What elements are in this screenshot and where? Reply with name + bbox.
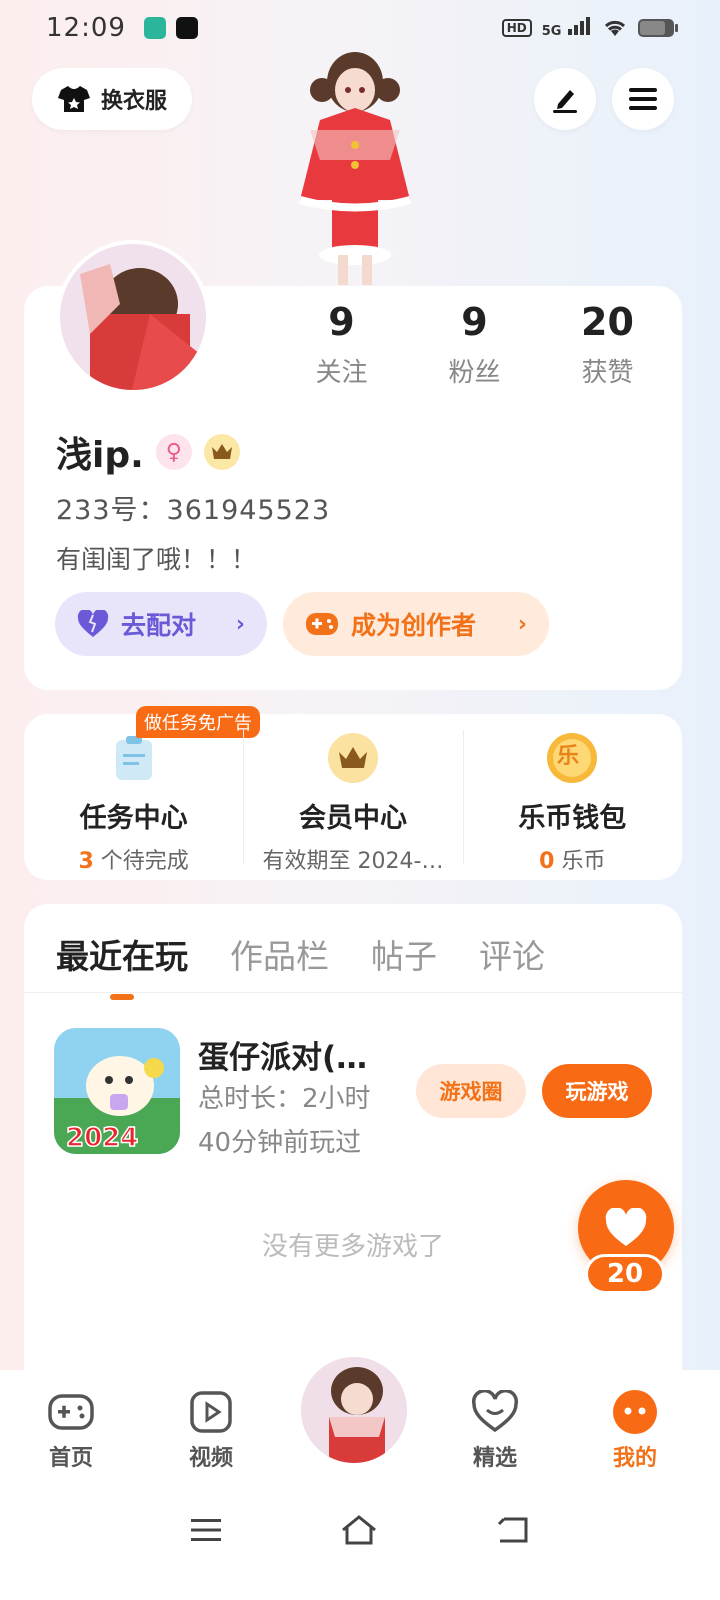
pen-icon bbox=[553, 90, 577, 113]
user-bio: 有闺闺了哦！！！ bbox=[56, 545, 257, 574]
notification-icons bbox=[143, 17, 198, 39]
edit-profile-button[interactable] bbox=[534, 68, 596, 130]
likes-label: 获赞 bbox=[581, 358, 634, 388]
nav-mine[interactable]: 我的 bbox=[590, 1388, 680, 1472]
system-nav-bar bbox=[0, 1490, 720, 1570]
task-center-title: 任务中心 bbox=[79, 803, 188, 834]
game-circle-button[interactable]: 游戏圈 bbox=[416, 1064, 526, 1118]
home-icon[interactable] bbox=[340, 1514, 378, 1546]
network-type: 5G bbox=[541, 24, 562, 39]
user-id: 233号：361945523 bbox=[56, 495, 331, 526]
heart-icon bbox=[77, 610, 109, 637]
vip-center[interactable]: 会员中心 有效期至 2024-… bbox=[243, 714, 462, 880]
back-icon[interactable] bbox=[496, 1515, 530, 1545]
task-center-subtitle: 3 个待完成 bbox=[24, 843, 243, 875]
become-creator-label: 成为创作者 bbox=[351, 611, 477, 640]
coin-balance: 0 乐币 bbox=[463, 843, 682, 875]
vip-expiry: 有效期至 2024-… bbox=[262, 849, 444, 874]
nav-home-label: 首页 bbox=[48, 1446, 93, 1471]
nav-featured-label: 精选 bbox=[472, 1446, 517, 1471]
nav-featured[interactable]: 精选 bbox=[450, 1388, 540, 1472]
become-creator-button[interactable]: 成为创作者 › bbox=[283, 592, 549, 656]
game-last-played: 40分钟前玩过 bbox=[198, 1128, 362, 1158]
match-button[interactable]: 去配对 › bbox=[55, 592, 267, 656]
coin-suffix: 乐币 bbox=[554, 849, 606, 874]
vip-crown-icon[interactable] bbox=[203, 434, 240, 470]
status-bar: 12:09 HD 5G bbox=[0, 0, 720, 56]
nav-video-label: 视频 bbox=[188, 1446, 233, 1471]
game-icon[interactable]: 2024 bbox=[54, 1028, 180, 1154]
profile-stats: 9 关注 9 粉丝 20 获赞 bbox=[275, 300, 675, 389]
service-center-card: 做任务免广告 任务中心 3 个待完成 会员中心 有效期至 2024-… 乐币钱包… bbox=[24, 706, 682, 880]
gamepad-icon bbox=[306, 613, 338, 635]
nav-video[interactable]: 视频 bbox=[166, 1388, 256, 1472]
app-notification-icon bbox=[143, 17, 166, 39]
shirt-icon bbox=[57, 86, 90, 112]
avatar-character[interactable] bbox=[270, 50, 440, 290]
recent-apps-icon[interactable] bbox=[190, 1517, 222, 1543]
game-total-time: 总时长：2小时 bbox=[198, 1084, 371, 1114]
following-count: 9 bbox=[328, 300, 355, 344]
wifi-icon bbox=[604, 20, 626, 36]
smiley-face-icon bbox=[611, 1388, 659, 1436]
coin-icon-char: 乐 bbox=[556, 744, 579, 769]
nav-mine-label: 我的 bbox=[612, 1446, 657, 1471]
tab-works[interactable]: 作品栏 bbox=[230, 930, 329, 978]
user-name: 浅ip. bbox=[56, 435, 144, 476]
battery-icon bbox=[638, 19, 678, 37]
game-icon-text: 2024 bbox=[66, 1123, 138, 1153]
hd-icon: HD bbox=[501, 19, 532, 37]
task-ad-free-tag: 做任务免广告 bbox=[136, 706, 260, 738]
change-outfit-label: 换衣服 bbox=[100, 89, 167, 114]
tab-divider bbox=[24, 992, 682, 993]
likes-stat[interactable]: 20 获赞 bbox=[541, 300, 674, 389]
change-outfit-button[interactable]: 换衣服 bbox=[32, 68, 192, 130]
game-name: 蛋仔派对(… bbox=[198, 1040, 368, 1076]
followers-label: 粉丝 bbox=[448, 358, 501, 388]
tab-posts[interactable]: 帖子 bbox=[371, 930, 437, 978]
play-game-button[interactable]: 玩游戏 bbox=[542, 1064, 652, 1118]
status-indicators: HD 5G bbox=[501, 17, 678, 39]
status-time: 12:09 bbox=[46, 13, 126, 43]
hamburger-icon bbox=[629, 88, 657, 110]
menu-button[interactable] bbox=[612, 68, 674, 130]
signal-icon: 5G bbox=[542, 17, 592, 39]
tab-comments[interactable]: 评论 bbox=[479, 930, 545, 978]
vip-crown-icon bbox=[327, 732, 379, 784]
like-count-badge: 20 bbox=[585, 1254, 665, 1294]
profile-avatar[interactable] bbox=[56, 240, 210, 394]
task-pending-count: 3 bbox=[78, 849, 94, 874]
vip-center-title: 会员中心 bbox=[298, 803, 407, 834]
tiktok-notification-icon bbox=[175, 17, 198, 39]
content-tabs: 最近在玩 作品栏 帖子 评论 bbox=[56, 930, 545, 978]
gender-symbol: ♀ bbox=[165, 439, 182, 465]
nav-home[interactable]: 首页 bbox=[26, 1388, 116, 1472]
following-stat[interactable]: 9 关注 bbox=[275, 300, 408, 389]
chevron-right-icon: › bbox=[235, 611, 245, 637]
task-center[interactable]: 做任务免广告 任务中心 3 个待完成 bbox=[24, 706, 260, 880]
coin-count: 0 bbox=[539, 849, 555, 874]
gamepad-icon bbox=[47, 1388, 95, 1436]
task-pending-suffix: 个待完成 bbox=[93, 849, 189, 874]
list-item[interactable]: 2024 蛋仔派对(… 总时长：2小时 40分钟前玩过 游戏圈 玩游戏 bbox=[54, 1028, 654, 1158]
tab-recently-played[interactable]: 最近在玩 bbox=[56, 930, 188, 978]
nav-avatar[interactable] bbox=[298, 1354, 410, 1466]
female-icon: ♀ bbox=[155, 434, 192, 470]
heart-icon bbox=[605, 1208, 647, 1246]
heart-icon bbox=[471, 1388, 519, 1436]
chevron-right-icon: › bbox=[517, 611, 527, 637]
likes-count: 20 bbox=[581, 300, 634, 344]
match-label: 去配对 bbox=[121, 611, 197, 640]
task-clipboard-icon bbox=[108, 732, 160, 784]
following-label: 关注 bbox=[315, 358, 368, 388]
play-icon bbox=[187, 1388, 235, 1436]
followers-count: 9 bbox=[461, 300, 488, 344]
followers-stat[interactable]: 9 粉丝 bbox=[408, 300, 541, 389]
coin-wallet-title: 乐币钱包 bbox=[518, 803, 627, 834]
name-row: 浅ip. ♀ bbox=[56, 426, 240, 478]
